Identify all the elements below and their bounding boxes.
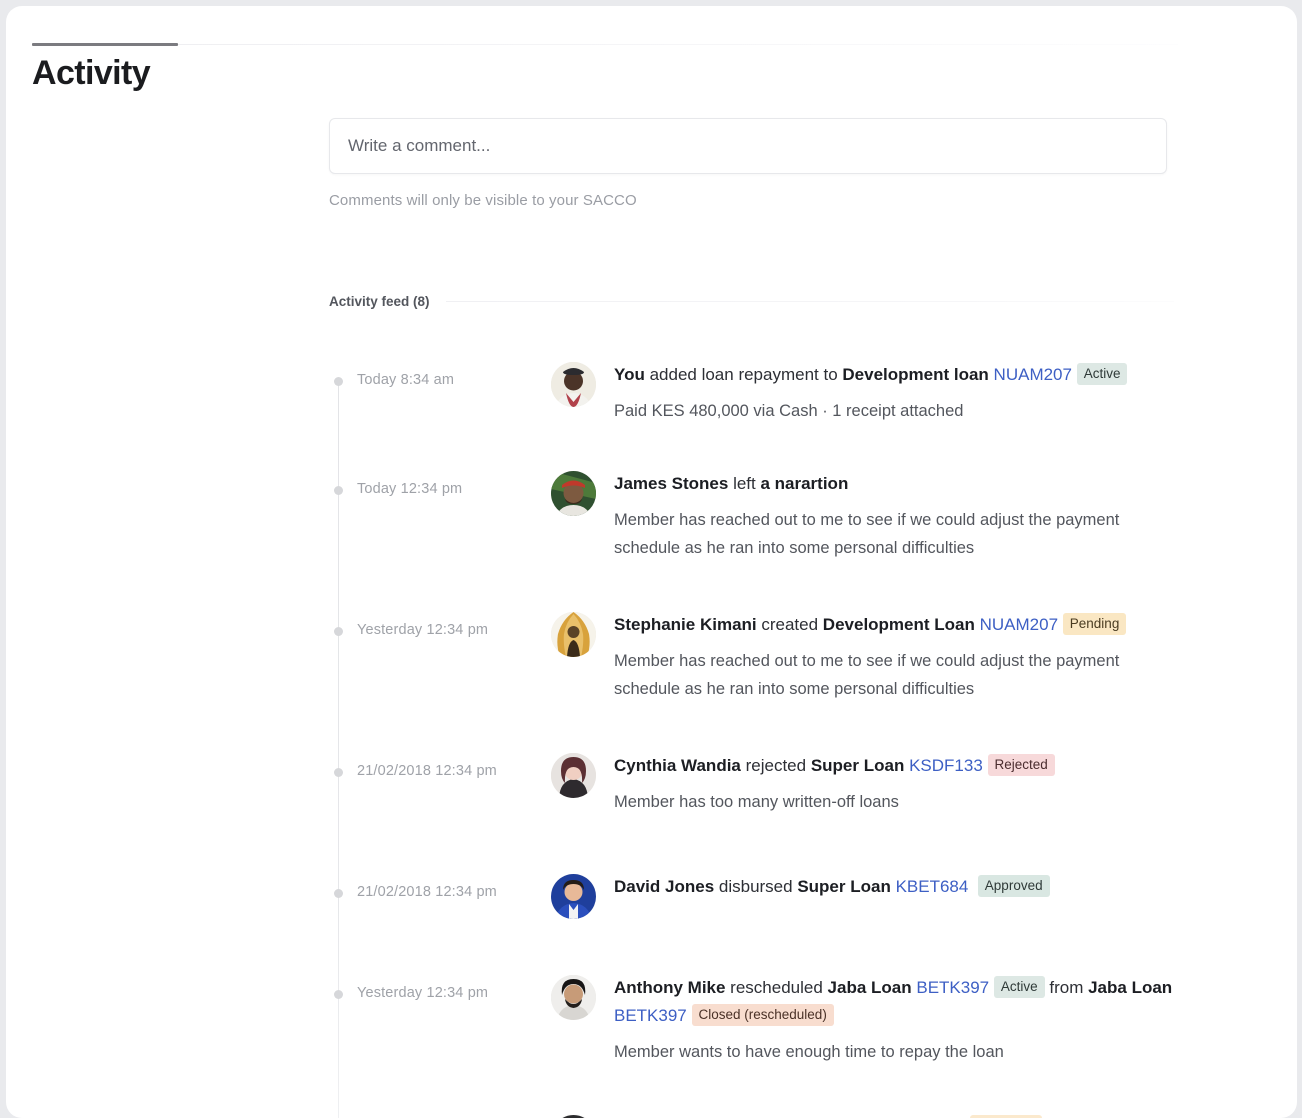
status-badge: Active bbox=[994, 976, 1045, 998]
comment-input[interactable] bbox=[329, 118, 1167, 174]
activity-feed-header: Activity feed (8) bbox=[329, 294, 1174, 309]
activity-actor: Stephanie Kimani bbox=[614, 615, 757, 634]
timeline-dot-icon bbox=[334, 768, 343, 777]
activity-action: created bbox=[757, 615, 823, 634]
loan-code-link[interactable]: KBET684 bbox=[896, 877, 969, 896]
activity-object: Development Loan bbox=[823, 615, 975, 634]
activity-object: Development loan bbox=[842, 365, 988, 384]
activity-timestamp: Today 12:34 pm bbox=[329, 463, 551, 497]
timeline-dot-icon bbox=[334, 990, 343, 999]
activity-headline: Stephanie Kimani created Development Loa… bbox=[614, 611, 1209, 639]
activity-content: Anthony Mike rescheduled Jaba Loan BETK3… bbox=[614, 967, 1209, 1066]
avatar bbox=[551, 471, 596, 516]
activity-action: rescheduled bbox=[725, 978, 827, 997]
activity-action: disbursed bbox=[714, 877, 797, 896]
activity-actor: Cynthia Wandia bbox=[614, 756, 741, 775]
activity-item[interactable]: Today 12:34 pm James Stones left a narar… bbox=[329, 463, 1209, 562]
avatar-organization-logo: W bbox=[551, 1114, 596, 1118]
activity-content: James Stones left a narartion Member has… bbox=[614, 463, 1209, 562]
activity-content: Cynthia Wandia rejected Super Loan KSDF1… bbox=[614, 745, 1209, 816]
activity-object: a narartion bbox=[760, 474, 848, 493]
activity-item[interactable]: 21/02/2018 12:34 pm W Super SACCO marked… bbox=[329, 1106, 1209, 1118]
tab-activity-indicator bbox=[32, 43, 178, 46]
activity-detail: Member has reached out to me to see if w… bbox=[614, 506, 1174, 562]
timeline-dot-icon bbox=[334, 377, 343, 386]
activity-feed-rule bbox=[446, 301, 1174, 302]
loan-code-link-secondary[interactable]: BETK397 bbox=[614, 1006, 687, 1025]
loan-code-link[interactable]: BETK397 bbox=[916, 978, 989, 997]
loan-code-link[interactable]: KSDF133 bbox=[909, 756, 983, 775]
avatar bbox=[551, 975, 596, 1020]
activity-headline: Super SACCO marked Super Loan KBET684 In… bbox=[614, 1113, 1209, 1118]
activity-feed-label: Activity feed (8) bbox=[329, 294, 430, 309]
avatar bbox=[551, 874, 596, 919]
activity-content: You added loan repayment to Development … bbox=[614, 354, 1209, 425]
activity-actor: Anthony Mike bbox=[614, 978, 725, 997]
activity-card: Activity Comments will only be visible t… bbox=[6, 6, 1297, 1118]
loan-code-link[interactable]: NUAM207 bbox=[994, 365, 1072, 384]
activity-headline: James Stones left a narartion bbox=[614, 470, 1209, 498]
comment-composer: Comments will only be visible to your SA… bbox=[329, 118, 1167, 209]
activity-timestamp: Yesterday 12:34 pm bbox=[329, 604, 551, 638]
tab-strip-rule bbox=[178, 44, 1178, 45]
activity-headline: Anthony Mike rescheduled Jaba Loan BETK3… bbox=[614, 974, 1209, 1030]
status-badge: Approved bbox=[978, 875, 1050, 897]
activity-headline: Cynthia Wandia rejected Super Loan KSDF1… bbox=[614, 752, 1209, 780]
activity-object-secondary: Jaba Loan bbox=[1088, 978, 1172, 997]
status-badge: Pending bbox=[1063, 613, 1127, 635]
activity-content: Super SACCO marked Super Loan KBET684 In… bbox=[614, 1106, 1209, 1118]
activity-action: left bbox=[728, 474, 760, 493]
activity-timestamp: 21/02/2018 12:34 pm bbox=[329, 745, 551, 779]
activity-headline: David Jones disbursed Super Loan KBET684… bbox=[614, 873, 1209, 901]
activity-detail: Member has too many written-off loans bbox=[614, 788, 1174, 816]
status-badge: Rejected bbox=[988, 754, 1055, 776]
timeline-dot-icon bbox=[334, 889, 343, 898]
activity-object: Super Loan bbox=[797, 877, 891, 896]
activity-object: Jaba Loan bbox=[828, 978, 912, 997]
activity-connector: from bbox=[1049, 978, 1083, 997]
activity-content: David Jones disbursed Super Loan KBET684… bbox=[614, 866, 1209, 901]
activity-item[interactable]: 21/02/2018 12:34 pm Cynthia Wandia rejec… bbox=[329, 745, 1209, 816]
activity-item[interactable]: 21/02/2018 12:34 pm David Jones disburse… bbox=[329, 866, 1209, 919]
activity-timestamp: Today 8:34 am bbox=[329, 354, 551, 388]
activity-actor: James Stones bbox=[614, 474, 728, 493]
activity-actor: David Jones bbox=[614, 877, 714, 896]
activity-action: added loan repayment to bbox=[645, 365, 843, 384]
loan-code-link[interactable]: NUAM207 bbox=[980, 615, 1058, 634]
activity-object: Super Loan bbox=[811, 756, 905, 775]
activity-action: rejected bbox=[741, 756, 811, 775]
activity-timestamp: 21/02/2018 12:34 pm bbox=[329, 866, 551, 900]
activity-content: Stephanie Kimani created Development Loa… bbox=[614, 604, 1209, 703]
page-title: Activity bbox=[32, 54, 150, 93]
avatar bbox=[551, 753, 596, 798]
status-badge-secondary: Closed (rescheduled) bbox=[692, 1004, 834, 1026]
tab-strip bbox=[6, 6, 1297, 50]
activity-headline: You added loan repayment to Development … bbox=[614, 361, 1209, 389]
activity-timestamp: 21/02/2018 12:34 pm bbox=[329, 1106, 551, 1118]
timeline-dot-icon bbox=[334, 627, 343, 636]
activity-timestamp: Yesterday 12:34 pm bbox=[329, 967, 551, 1001]
activity-detail: Paid KES 480,000 via Cash · 1 receipt at… bbox=[614, 397, 1174, 425]
activity-timeline: Today 8:34 am You added loan repayment t… bbox=[329, 354, 1209, 1118]
activity-item[interactable]: Today 8:34 am You added loan repayment t… bbox=[329, 354, 1209, 425]
status-badge: Active bbox=[1077, 363, 1128, 385]
activity-detail: Member has reached out to me to see if w… bbox=[614, 647, 1174, 703]
avatar bbox=[551, 612, 596, 657]
activity-item[interactable]: Yesterday 12:34 pm Anthony Mike reschedu… bbox=[329, 967, 1209, 1066]
activity-detail: Member wants to have enough time to repa… bbox=[614, 1038, 1209, 1066]
timeline-dot-icon bbox=[334, 486, 343, 495]
avatar bbox=[551, 362, 596, 407]
activity-actor: You bbox=[614, 365, 645, 384]
activity-item[interactable]: Yesterday 12:34 pm Stephanie Kimani crea… bbox=[329, 604, 1209, 703]
comment-visibility-note: Comments will only be visible to your SA… bbox=[329, 192, 1167, 209]
